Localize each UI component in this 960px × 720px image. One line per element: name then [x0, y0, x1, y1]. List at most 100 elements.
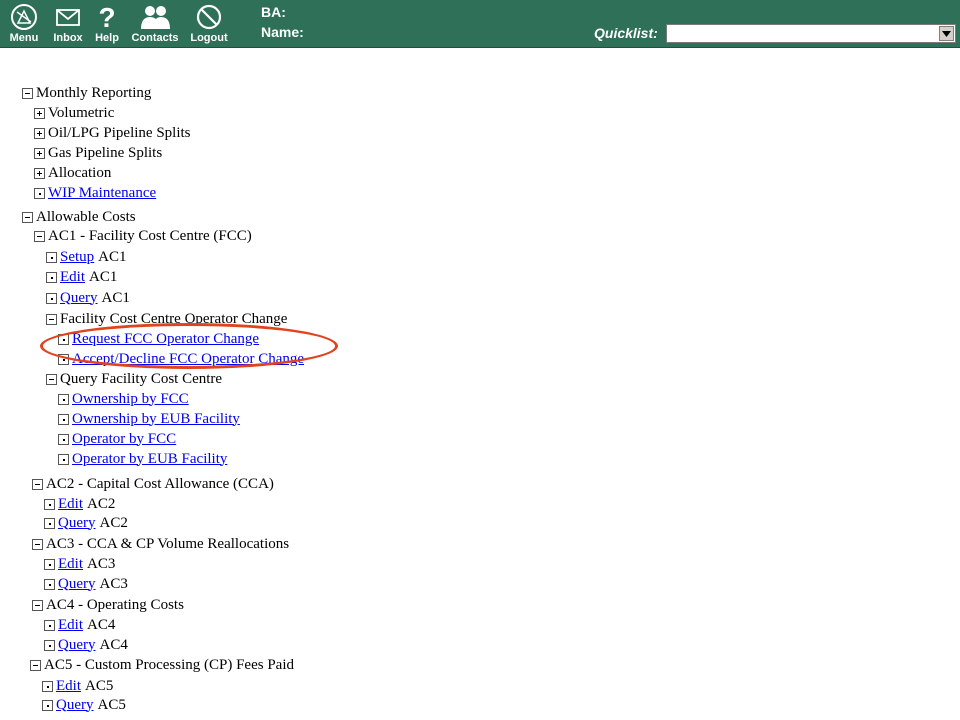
tree-node-suffix: AC5 — [97, 696, 126, 713]
query-link[interactable]: Query — [56, 697, 94, 714]
tree-node-allocation[interactable]: Allocation — [34, 164, 111, 182]
tree-node-ac1-query[interactable]: Query AC1 — [46, 289, 130, 307]
logout-button[interactable]: Logout — [188, 3, 230, 45]
collapse-icon[interactable] — [46, 373, 57, 385]
collapse-icon[interactable] — [30, 659, 41, 671]
tree-node-label: AC5 - Custom Processing (CP) Fees Paid — [44, 656, 295, 673]
envelope-icon — [56, 9, 80, 26]
tree-node-ownership-by-eub-facility[interactable]: Ownership by EUB Facility — [58, 410, 240, 428]
ownership-by-eub-facility-link[interactable]: Ownership by EUB Facility — [72, 411, 240, 428]
name-label: Name: — [261, 24, 304, 40]
tree-node-gas-pipeline-splits[interactable]: Gas Pipeline Splits — [34, 144, 162, 162]
tree-node-ac2-query[interactable]: Query AC2 — [44, 514, 128, 532]
collapse-icon[interactable] — [34, 230, 45, 242]
tree-node-allowable-costs[interactable]: Allowable Costs — [22, 208, 136, 226]
leaf-icon — [58, 413, 69, 425]
wip-maintenance-link[interactable]: WIP Maintenance — [48, 185, 156, 202]
tree-node-ac3[interactable]: AC3 - CCA & CP Volume Reallocations — [32, 535, 289, 553]
contacts-button[interactable]: Contacts — [128, 3, 182, 45]
query-link[interactable]: Query — [60, 290, 98, 307]
tree-node-label: AC4 - Operating Costs — [46, 596, 184, 613]
menu-compass-icon — [11, 4, 37, 30]
tree-node-monthly-reporting[interactable]: Monthly Reporting — [22, 84, 151, 102]
tree-node-suffix: AC2 — [99, 514, 128, 531]
tree-node-volumetric[interactable]: Volumetric — [34, 104, 114, 122]
tree-node-wip-maintenance[interactable]: WIP Maintenance — [34, 184, 156, 202]
tree-node-suffix: AC4 — [99, 636, 128, 653]
operator-by-eub-facility-link[interactable]: Operator by EUB Facility — [72, 451, 227, 468]
tree-node-ac3-query[interactable]: Query AC3 — [44, 575, 128, 593]
tree-node-ac3-edit[interactable]: Edit AC3 — [44, 555, 115, 573]
tree-node-label: Allocation — [48, 164, 112, 181]
edit-link[interactable]: Edit — [56, 678, 81, 695]
collapse-icon[interactable] — [32, 538, 43, 550]
collapse-icon[interactable] — [46, 313, 57, 325]
tree-node-ac2-edit[interactable]: Edit AC2 — [44, 495, 115, 513]
leaf-icon — [44, 639, 55, 651]
leaf-icon — [46, 251, 57, 263]
leaf-icon — [44, 619, 55, 631]
query-link[interactable]: Query — [58, 515, 96, 532]
expand-icon[interactable] — [34, 107, 45, 119]
tree-node-ac1-edit[interactable]: Edit AC1 — [46, 268, 117, 286]
expand-icon[interactable] — [34, 127, 45, 139]
leaf-icon — [42, 699, 53, 711]
tree-node-ac4-query[interactable]: Query AC4 — [44, 636, 128, 654]
svg-text:?: ? — [98, 3, 115, 31]
menu-button[interactable]: Menu — [7, 3, 41, 45]
leaf-icon — [46, 271, 57, 283]
query-link[interactable]: Query — [58, 576, 96, 593]
tree-node-ac1[interactable]: AC1 - Facility Cost Centre (FCC) — [34, 227, 252, 245]
expand-icon[interactable] — [34, 147, 45, 159]
inbox-button[interactable]: Inbox — [50, 3, 86, 45]
tree-node-operator-by-eub-facility[interactable]: Operator by EUB Facility — [58, 450, 227, 468]
tree-node-ac2[interactable]: AC2 - Capital Cost Allowance (CCA) — [32, 475, 274, 493]
collapse-icon[interactable] — [22, 211, 33, 223]
setup-link[interactable]: Setup — [60, 249, 94, 266]
tree-node-suffix: AC1 — [98, 248, 127, 265]
tree-node-ownership-by-fcc[interactable]: Ownership by FCC — [58, 390, 189, 408]
query-link[interactable]: Query — [58, 637, 96, 654]
tree-node-suffix: AC3 — [99, 575, 128, 592]
edit-link[interactable]: Edit — [58, 556, 83, 573]
tree-node-label: Query Facility Cost Centre — [60, 370, 223, 387]
tree-node-label: AC2 - Capital Cost Allowance (CCA) — [46, 475, 274, 492]
edit-link[interactable]: Edit — [58, 617, 83, 634]
logout-label: Logout — [190, 32, 228, 44]
dropdown-arrow-icon[interactable] — [939, 26, 954, 41]
collapse-icon[interactable] — [32, 599, 43, 611]
contacts-label: Contacts — [131, 32, 179, 44]
tree-node-ac1-setup[interactable]: Setup AC1 — [46, 248, 127, 266]
leaf-icon — [34, 187, 45, 199]
inbox-label: Inbox — [53, 32, 83, 44]
collapse-icon[interactable] — [22, 87, 33, 99]
edit-link[interactable]: Edit — [60, 269, 85, 286]
edit-link[interactable]: Edit — [58, 496, 83, 513]
tree-node-operator-by-fcc[interactable]: Operator by FCC — [58, 430, 176, 448]
tree-node-ac5[interactable]: AC5 - Custom Processing (CP) Fees Paid — [30, 656, 294, 674]
tree-node-suffix: AC2 — [87, 495, 116, 512]
ownership-by-fcc-link[interactable]: Ownership by FCC — [72, 391, 189, 408]
tree-node-oil-lpg-pipeline-splits[interactable]: Oil/LPG Pipeline Splits — [34, 124, 191, 142]
tree-node-suffix: AC3 — [87, 555, 116, 572]
tree-node-query-facility-cost-centre[interactable]: Query Facility Cost Centre — [46, 370, 222, 388]
leaf-icon — [58, 433, 69, 445]
leaf-icon — [44, 498, 55, 510]
expand-icon[interactable] — [34, 167, 45, 179]
quicklist-dropdown[interactable] — [666, 24, 956, 43]
tree-node-label: AC3 - CCA & CP Volume Reallocations — [46, 535, 290, 552]
tree-node-ac4[interactable]: AC4 - Operating Costs — [32, 596, 184, 614]
ba-label: BA: — [261, 4, 286, 20]
tree-node-label: AC1 - Facility Cost Centre (FCC) — [48, 227, 252, 244]
leaf-icon — [58, 393, 69, 405]
tree-node-ac5-query[interactable]: Query AC5 — [42, 696, 126, 714]
collapse-icon[interactable] — [32, 478, 43, 490]
tree-node-ac5-edit[interactable]: Edit AC5 — [42, 677, 113, 695]
operator-by-fcc-link[interactable]: Operator by FCC — [72, 431, 176, 448]
tree-node-ac4-edit[interactable]: Edit AC4 — [44, 616, 115, 634]
tree-node-label: Allowable Costs — [36, 208, 136, 225]
leaf-icon — [44, 517, 55, 529]
question-icon: ? — [98, 3, 115, 31]
tree-node-suffix: AC4 — [87, 616, 116, 633]
help-button[interactable]: ? Help — [92, 3, 122, 45]
